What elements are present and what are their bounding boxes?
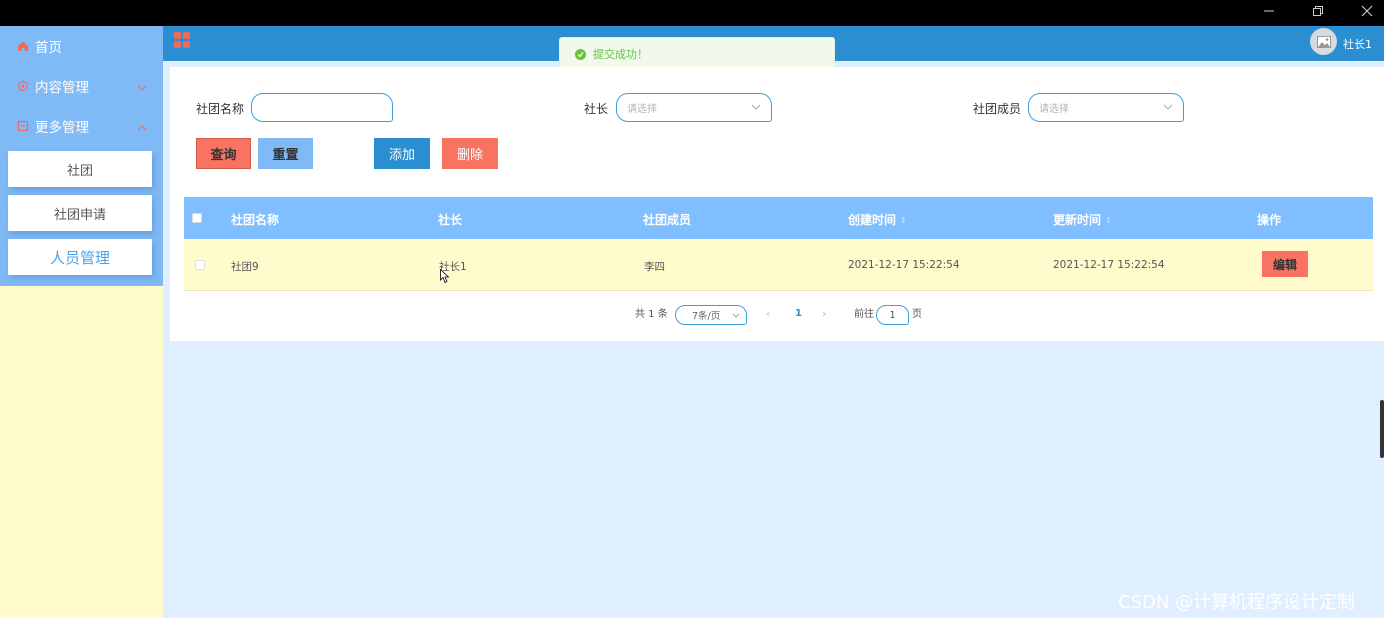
members-select[interactable]: 请选择 — [1028, 93, 1184, 122]
success-toast: 提交成功！ — [559, 37, 835, 71]
column-header-club-name: 社团名称 — [231, 213, 280, 227]
column-header-updated-label: 更新时间 — [1053, 213, 1102, 227]
sidebar-menu: 首页 内容管理 更多管理 — [0, 26, 163, 146]
goto-label: 前往 — [854, 309, 874, 320]
column-header-members: 社团成员 — [643, 213, 692, 227]
chevron-down-icon — [732, 311, 740, 322]
page-unit-label: 页 — [912, 309, 922, 320]
delete-button[interactable]: 删除 — [442, 138, 498, 169]
scrollbar-thumb[interactable] — [1380, 400, 1384, 458]
chevron-down-icon — [751, 103, 761, 114]
submenu-item-club[interactable]: 社团 — [8, 151, 152, 187]
edit-button[interactable]: 编辑 — [1262, 251, 1308, 277]
goto-page-input[interactable]: 1 — [876, 305, 909, 325]
members-label: 社团成员 — [973, 102, 1022, 116]
leader-label: 社长 — [584, 102, 609, 116]
club-name-label: 社团名称 — [196, 102, 245, 116]
pagination-total: 共 1 条 — [635, 309, 668, 320]
cell-club-name: 社团9 — [231, 261, 259, 273]
window-titlebar — [0, 0, 1384, 26]
members-select-placeholder: 请选择 — [1039, 104, 1069, 115]
close-icon[interactable] — [1344, 0, 1384, 22]
sidebar-item-more[interactable]: 更多管理 — [0, 106, 163, 146]
sidebar-item-label: 更多管理 — [35, 120, 89, 136]
cell-created: 2021-12-17 15:22:54 — [848, 259, 960, 271]
sort-icon[interactable]: ⇕ — [1105, 216, 1112, 225]
chevron-down-icon — [1163, 103, 1173, 114]
submenu-item-personnel[interactable]: 人员管理 — [8, 239, 152, 275]
sidebar: 首页 内容管理 更多管理 社团 社团申请 人员管理 — [0, 26, 163, 618]
home-icon — [17, 40, 29, 52]
column-header-created[interactable]: 创建时间 ⇕ — [848, 211, 907, 228]
image-icon — [1316, 35, 1331, 48]
sidebar-item-content[interactable]: 内容管理 — [0, 66, 163, 106]
sidebar-item-home[interactable]: 首页 — [0, 26, 163, 66]
sort-icon[interactable]: ⇕ — [900, 216, 907, 225]
watermark: CSDN @计算机程序设计定制 — [1118, 592, 1356, 613]
submenu-item-club-application[interactable]: 社团申请 — [8, 195, 152, 231]
cell-members: 李四 — [644, 261, 665, 273]
apps-grid-icon[interactable] — [174, 32, 190, 48]
table-row[interactable]: 社团9 社长1 李四 2021-12-17 15:22:54 2021-12-1… — [184, 239, 1373, 291]
table-header: 社团名称 社长 社团成员 创建时间 ⇕ 更新时间 ⇕ 操作 — [184, 197, 1373, 239]
chevron-down-icon — [137, 80, 147, 96]
sidebar-item-label: 首页 — [35, 40, 62, 56]
restore-icon[interactable] — [1295, 0, 1341, 22]
column-header-actions: 操作 — [1257, 213, 1282, 227]
content-icon — [17, 80, 29, 92]
next-page-icon[interactable]: › — [822, 307, 826, 320]
leader-select-placeholder: 请选择 — [627, 104, 657, 115]
page-size-select[interactable]: 7条/页 — [675, 305, 747, 325]
mouse-cursor-icon — [440, 268, 450, 287]
avatar[interactable] — [1310, 28, 1337, 55]
add-button[interactable]: 添加 — [374, 138, 430, 169]
query-button[interactable]: 查询 — [196, 138, 251, 169]
prev-page-icon[interactable]: ‹ — [766, 307, 770, 320]
page-size-value: 7条/页 — [692, 311, 721, 322]
minimize-icon[interactable] — [1246, 0, 1292, 22]
reset-button[interactable]: 重置 — [258, 138, 313, 169]
column-header-created-label: 创建时间 — [848, 213, 897, 227]
sidebar-item-label: 内容管理 — [35, 80, 89, 96]
toast-message: 提交成功！ — [593, 48, 648, 61]
sidebar-submenu: 社团 社团申请 人员管理 — [0, 146, 163, 286]
club-name-input[interactable] — [251, 93, 393, 122]
more-icon — [17, 120, 29, 132]
select-all-checkbox[interactable] — [192, 213, 202, 223]
success-check-icon — [575, 48, 586, 60]
column-header-updated[interactable]: 更新时间 ⇕ — [1053, 211, 1112, 228]
cell-updated: 2021-12-17 15:22:54 — [1053, 259, 1165, 271]
row-checkbox[interactable] — [195, 260, 205, 270]
user-name[interactable]: 社长1 — [1343, 36, 1372, 52]
page-number-current[interactable]: 1 — [795, 308, 802, 319]
main-card: 社团名称 社长 请选择 社团成员 请选择 查询 重置 添加 删除 社团名称 社长… — [170, 67, 1384, 341]
column-header-leader: 社长 — [438, 213, 463, 227]
leader-select[interactable]: 请选择 — [616, 93, 772, 122]
chevron-up-icon — [137, 120, 147, 136]
